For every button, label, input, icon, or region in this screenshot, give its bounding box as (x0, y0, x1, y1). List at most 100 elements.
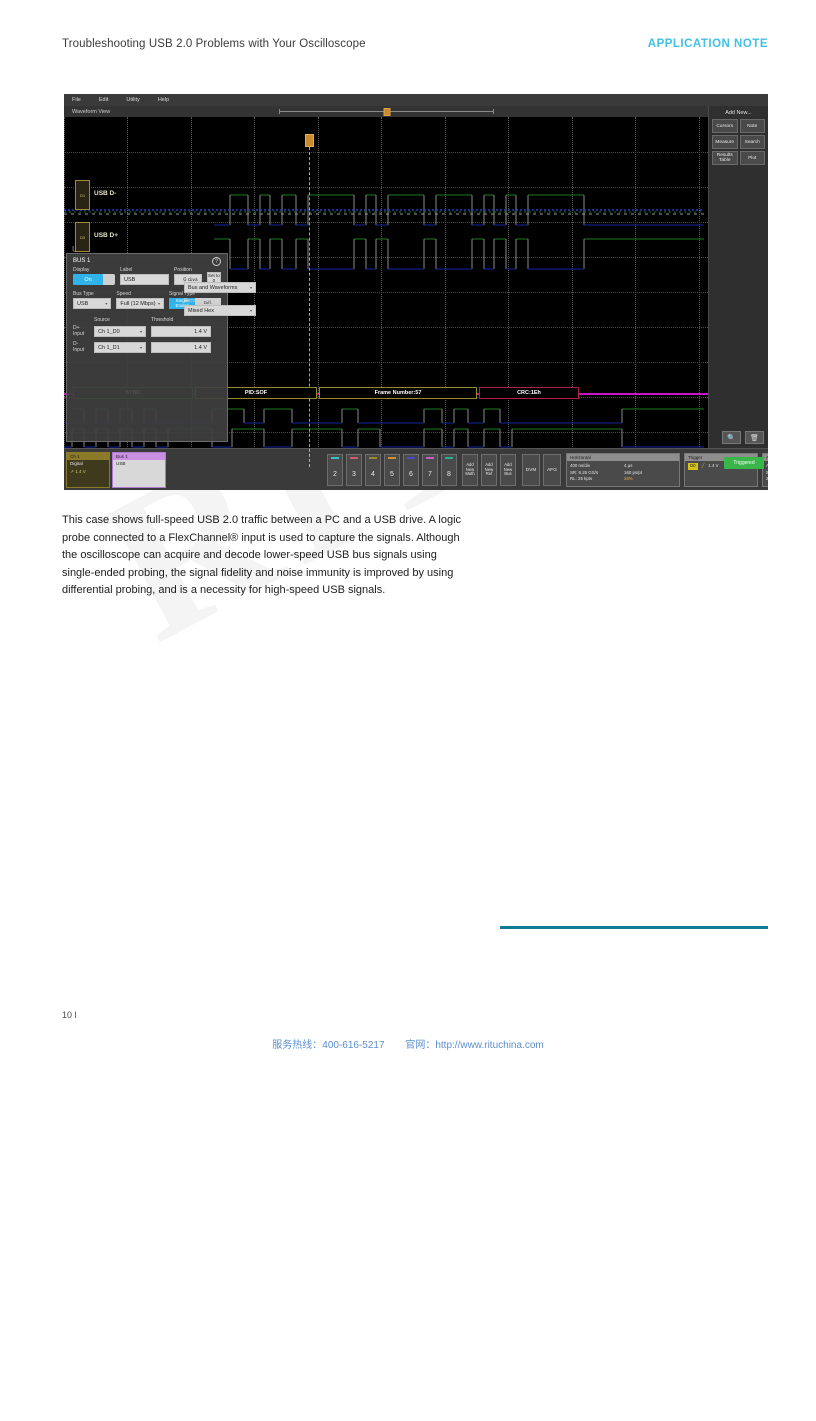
channel-button-6[interactable]: 6 (403, 454, 419, 486)
add-cursors-button[interactable]: Cursors (712, 119, 738, 133)
trigger-level: 1.4 V (708, 463, 719, 468)
channel-button-5[interactable]: 5 (384, 454, 400, 486)
waveform-view-label: Waveform View (72, 108, 111, 115)
channel-color-cap (369, 457, 377, 459)
dminus-threshold-input[interactable]: 1.4 V (151, 342, 211, 353)
bus-panel-row-dplus: D+ Input Ch 1_D0 ▾ 1.4 V (67, 325, 227, 338)
menu-utility[interactable]: Utility (126, 97, 139, 103)
trigger-state-badge[interactable]: Triggered (724, 457, 764, 469)
speed-select[interactable]: Full (12 Mbps) ▾ (116, 298, 164, 309)
channel-button-label: 2 (333, 471, 337, 478)
menu-edit[interactable]: Edit (99, 97, 108, 103)
channel-button-3[interactable]: 3 (346, 454, 362, 486)
sidebar-tools[interactable]: 🔍 🗑 (722, 431, 764, 444)
horiz-recordlength: RL: 25 kpts (570, 476, 593, 481)
channel-badge-ch1[interactable]: Ch 1 Digital ↗ 1.4 V (66, 452, 110, 488)
channel-button-label: 6 (409, 471, 413, 478)
bus-panel-row-headers: Source Threshold (67, 316, 227, 325)
scope-bottom-bar[interactable]: Ch 1 Digital ↗ 1.4 V Bus 1 USB 2 3 4 5 6… (64, 448, 768, 490)
afg-button[interactable]: AFG (543, 454, 561, 486)
channel-color-cap (445, 457, 453, 459)
add-search-button[interactable]: Search (739, 135, 765, 149)
add-new-bus-button[interactable]: Add New Bus (500, 454, 516, 486)
channel-button-8[interactable]: 8 (441, 454, 457, 486)
source-header: Source (94, 317, 110, 323)
decode-format-select[interactable]: Mixed Hex ▾ (184, 305, 256, 316)
channel-button-7[interactable]: 7 (422, 454, 438, 486)
display-select-group[interactable]: Display Bus and Waveforms ▾ Decode Forma… (184, 275, 256, 316)
channel-button-2[interactable]: 2 (327, 454, 343, 486)
threshold-header: Threshold (151, 317, 174, 323)
dplus-source-value: Ch 1_D0 (98, 328, 120, 335)
display-select[interactable]: Bus and Waveforms ▾ (184, 282, 256, 293)
ch1-badge-line1: Digital (70, 461, 83, 466)
bus-badge-bus1[interactable]: Bus 1 USB (112, 452, 166, 488)
decode-format-label: Decode Format (184, 298, 219, 304)
decode-format-value: Mixed Hex (188, 307, 214, 314)
speed-value: Full (12 Mbps) (120, 300, 156, 307)
label-field-label: Label (120, 267, 133, 273)
trash-icon[interactable]: 🗑 (745, 431, 764, 444)
bus-packet-frame[interactable]: Frame Number:57 (319, 387, 477, 399)
display-toggle[interactable]: On (73, 274, 115, 285)
chevron-down-icon: ▾ (249, 308, 252, 313)
ch1-badge-line2: ↗ 1.4 V (70, 469, 86, 474)
channel-handle-label: D0 (79, 234, 86, 240)
bus-packet-crc[interactable]: CRC:1Eh (479, 387, 579, 399)
scope-right-sidebar[interactable]: Add New... Cursors Note Measure Search R… (708, 106, 768, 448)
footer-website: 官网：http://www.rituchina.com (405, 1040, 544, 1051)
trigger-marker-icon[interactable] (305, 134, 314, 147)
add-measure-button[interactable]: Measure (712, 135, 738, 149)
add-new-ref-button[interactable]: Add New Ref (481, 454, 497, 486)
trigger-slope-icon: ╱ (701, 463, 705, 468)
page-footer: 服务热线：400-616-5217 官网：http://www.rituchin… (0, 1036, 816, 1051)
zoom-icon[interactable]: 🔍 (722, 431, 741, 444)
menu-help[interactable]: Help (158, 97, 169, 103)
dminus-source-select[interactable]: Ch 1_D1 ▾ (94, 342, 146, 353)
channel-button-4[interactable]: 4 (365, 454, 381, 486)
channel-button-label: 7 (428, 471, 432, 478)
horiz-position-pct: 28% (624, 476, 633, 481)
trigger-position-line (309, 147, 310, 467)
add-new-button-grid[interactable]: Cursors Note Measure Search Results Tabl… (709, 119, 768, 165)
add-plot-button[interactable]: Plot (739, 151, 765, 165)
channel-button-label: 8 (447, 471, 451, 478)
horizontal-head: Horizontal (567, 454, 679, 461)
chevron-down-icon: ▾ (157, 301, 160, 306)
speed-label: Speed (116, 291, 131, 297)
help-icon[interactable]: ? (212, 257, 221, 266)
channel-label-usb-dplus: USB D+ (94, 232, 119, 239)
trigger-source-badge: D0 (688, 463, 698, 470)
bus-panel-row-dminus: D- Input Ch 1_D1 ▾ 1.4 V (67, 341, 227, 354)
display-select-label: Display (184, 275, 201, 281)
display-toggle-on-label: On (73, 274, 103, 285)
channel-color-cap (350, 457, 358, 459)
channel-color-cap (426, 457, 434, 459)
dvm-button[interactable]: DVM (522, 454, 540, 486)
display-label: Display (73, 267, 90, 273)
channel-handle-usb-dplus[interactable]: D0 (75, 222, 90, 252)
channel-handle-usb-dminus[interactable]: D1 (75, 180, 90, 210)
bus-type-select[interactable]: USB ▾ (73, 298, 112, 309)
dplus-source-select[interactable]: Ch 1_D0 ▾ (94, 326, 146, 337)
channel-handle-label: D1 (79, 192, 86, 198)
horizontal-settings-badge[interactable]: Horizontal 400 ns/div 4 µs SR: 6.25 GS/s 1… (566, 453, 680, 487)
bus1-badge-line1: USB (116, 461, 126, 466)
add-results-table-button[interactable]: Results Table (712, 151, 738, 165)
bus-label-input[interactable]: USB (120, 274, 169, 285)
scope-menubar[interactable]: File Edit Utility Help (64, 94, 768, 106)
horizontal-values: 400 ns/div 4 µs SR: 6.25 GS/s 160 ps/pt RL… (567, 461, 679, 485)
pan-trigger-marker[interactable] (383, 108, 390, 116)
page-header: Troubleshooting USB 2.0 Problems with Yo… (62, 38, 768, 50)
pan-overview-bar[interactable] (279, 108, 494, 116)
dplus-threshold-input[interactable]: 1.4 V (151, 326, 211, 337)
chevron-down-icon: ▾ (139, 329, 142, 334)
menu-file[interactable]: File (72, 97, 81, 103)
acq-count: 2.363 kAcqs (766, 476, 768, 481)
dplus-input-label: D+ Input (73, 325, 85, 337)
add-note-button[interactable]: Note (739, 119, 765, 133)
add-new-math-button[interactable]: Add New Math (462, 454, 478, 486)
channel-color-cap (388, 457, 396, 459)
document-title: Troubleshooting USB 2.0 Problems with Yo… (62, 38, 366, 50)
add-new-title: Add New... (725, 110, 752, 116)
